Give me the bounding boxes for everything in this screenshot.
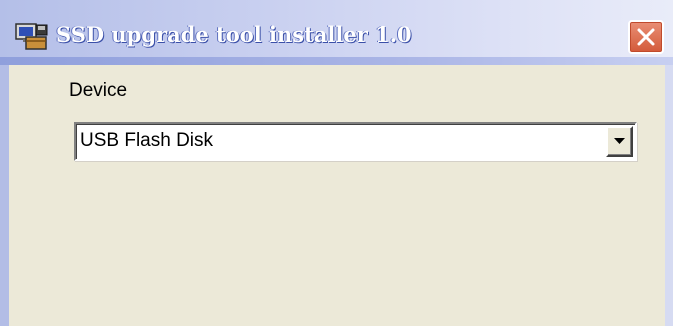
dropdown-button[interactable] <box>606 126 633 157</box>
device-selected-value: USB Flash Disk <box>80 130 214 151</box>
title-bar[interactable]: SSD upgrade tool installer 1.0 <box>0 0 673 65</box>
close-icon <box>637 28 655 46</box>
device-dropdown[interactable]: USB Flash Disk <box>74 122 637 161</box>
installer-window: SSD upgrade tool installer 1.0 Device US… <box>0 0 673 326</box>
window-title: SSD upgrade tool installer 1.0 <box>56 22 412 47</box>
installer-computer-icon <box>14 22 50 52</box>
close-button[interactable] <box>628 20 664 54</box>
device-label: Device <box>69 80 128 101</box>
chevron-down-icon <box>614 138 625 144</box>
window-client-area <box>0 65 673 326</box>
title-bar-edge <box>0 57 673 65</box>
